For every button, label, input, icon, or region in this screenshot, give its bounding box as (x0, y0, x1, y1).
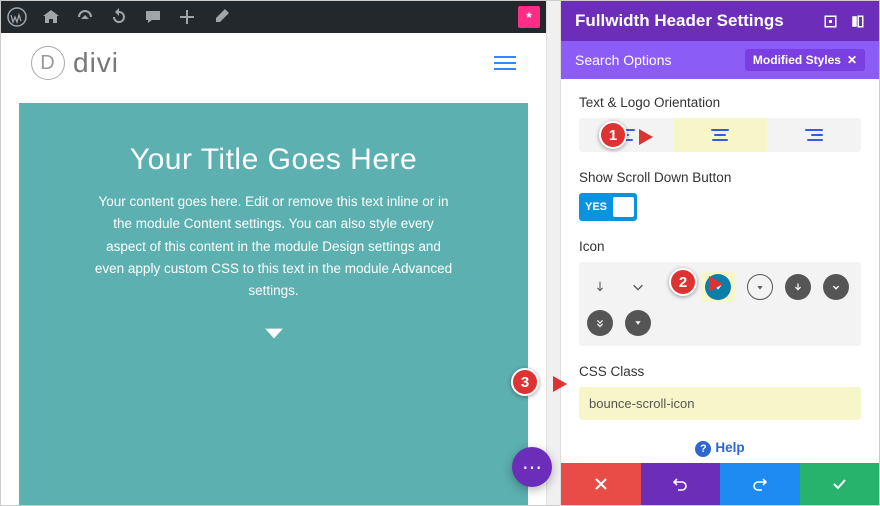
home-icon[interactable] (41, 7, 61, 27)
double-chevron-circle-icon[interactable] (587, 310, 613, 336)
show-scroll-toggle[interactable]: YES (579, 193, 637, 221)
orientation-label: Text & Logo Orientation (579, 95, 861, 110)
align-center-option[interactable] (673, 118, 767, 152)
settings-panel: Fullwidth Header Settings Search Options… (560, 1, 879, 505)
save-button[interactable] (800, 463, 880, 505)
module-settings-fab[interactable]: ⋯ (512, 447, 552, 487)
chevron-down-icon[interactable] (625, 274, 651, 300)
snap-icon[interactable] (850, 14, 865, 29)
icon-label: Icon (579, 239, 861, 254)
caret-down-icon-selected[interactable] (705, 274, 731, 300)
arrow-down-circle-fill-icon[interactable] (785, 274, 811, 300)
show-scroll-label: Show Scroll Down Button (579, 170, 861, 185)
comments-icon[interactable] (143, 7, 163, 27)
help-icon: ? (695, 441, 711, 457)
site-header: D divi (1, 33, 546, 93)
panel-title: Fullwidth Header Settings (575, 11, 784, 31)
orientation-segmented (579, 118, 861, 152)
panel-search-bar[interactable]: Search Options Modified Styles ✕ (561, 41, 879, 79)
chevron-down-small-icon[interactable] (663, 274, 689, 300)
divi-logo-mark: D (31, 46, 65, 80)
chevron-down-circle-fill-icon[interactable] (823, 274, 849, 300)
toggle-knob (613, 197, 634, 217)
caret-down-circle-icon[interactable] (747, 274, 773, 300)
wp-logo-icon[interactable] (7, 7, 27, 27)
modified-styles-badge[interactable]: Modified Styles ✕ (745, 49, 865, 71)
icon-picker (579, 262, 861, 346)
align-left-option[interactable] (579, 118, 673, 152)
align-right-option[interactable] (767, 118, 861, 152)
panel-footer (561, 463, 879, 505)
help-label: Help (715, 440, 744, 455)
modified-styles-label: Modified Styles (753, 53, 841, 67)
add-icon[interactable] (177, 7, 197, 27)
menu-toggle[interactable] (494, 56, 516, 70)
asterisk-badge[interactable]: * (518, 6, 540, 28)
toggle-yes-label: YES (579, 201, 613, 213)
redo-button[interactable] (720, 463, 800, 505)
css-class-input[interactable] (579, 387, 861, 420)
edit-icon[interactable] (211, 7, 231, 27)
caret-down-circle-fill-icon[interactable] (625, 310, 651, 336)
scroll-down-icon[interactable] (263, 322, 285, 347)
close-icon[interactable]: ✕ (847, 53, 857, 67)
updates-icon[interactable] (109, 7, 129, 27)
search-placeholder: Search Options (575, 52, 672, 68)
panel-title-bar: Fullwidth Header Settings (561, 1, 879, 41)
help-link[interactable]: ? Help (579, 440, 861, 457)
wp-admin-bar: * (1, 1, 546, 33)
divi-logo-text: divi (73, 47, 119, 79)
expand-icon[interactable] (823, 14, 838, 29)
dashboard-icon[interactable] (75, 7, 95, 27)
undo-button[interactable] (641, 463, 721, 505)
fullwidth-header-preview: Your Title Goes Here Your content goes h… (19, 103, 528, 505)
hero-body[interactable]: Your content goes here. Edit or remove t… (94, 191, 454, 302)
hero-title[interactable]: Your Title Goes Here (59, 143, 488, 177)
preview-scrollbar[interactable] (546, 1, 560, 505)
cancel-button[interactable] (561, 463, 641, 505)
divi-logo[interactable]: D divi (31, 46, 119, 80)
arrow-down-thin-icon[interactable] (587, 274, 613, 300)
css-class-label: CSS Class (579, 364, 861, 379)
